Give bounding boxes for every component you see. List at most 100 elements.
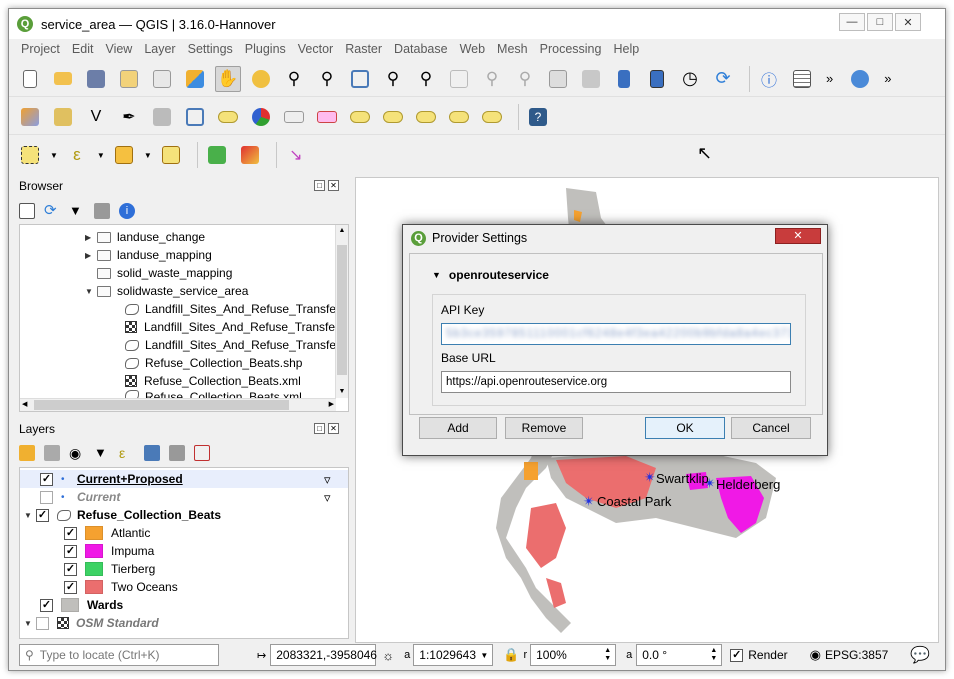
- add-vector-layer-icon[interactable]: [50, 104, 76, 130]
- zoom-next-icon[interactable]: ⚲: [512, 66, 538, 92]
- new-3d-map-view-icon[interactable]: [578, 66, 604, 92]
- move-label-icon[interactable]: [413, 104, 439, 130]
- browser-item[interactable]: Refuse_Collection_Beats.xml: [125, 372, 301, 390]
- filter-indicator-icon[interactable]: ▿: [324, 472, 331, 488]
- browser-item[interactable]: solid_waste_mapping: [85, 264, 232, 282]
- browser-item[interactable]: Refuse_Collection_Beats.shp: [125, 354, 302, 372]
- layer-visibility-checkbox[interactable]: [36, 616, 49, 630]
- layer-diagram-icon[interactable]: [248, 104, 274, 130]
- show-hide-labels-icon[interactable]: [380, 104, 406, 130]
- menu-help[interactable]: Help: [613, 42, 639, 56]
- open-layer-styling-icon[interactable]: [19, 445, 35, 461]
- vertex-tool-icon[interactable]: [182, 104, 208, 130]
- expand-arrow-icon[interactable]: ▶: [85, 233, 97, 242]
- filter-icon[interactable]: ▼: [94, 445, 110, 461]
- unpin-labels-icon[interactable]: [314, 104, 340, 130]
- legend-category-row[interactable]: ✓ Atlantic: [64, 524, 150, 542]
- layer-row[interactable]: ✓ Wards: [40, 596, 123, 614]
- deselect-features-icon[interactable]: [111, 142, 137, 168]
- magnifier-spinbox[interactable]: 100% ▲ ▼: [530, 644, 617, 666]
- select-by-expression-icon[interactable]: ε: [64, 142, 90, 168]
- expand-all-icon[interactable]: [144, 445, 160, 461]
- locator-search-input[interactable]: ⚲ Type to locate (Ctrl+K): [19, 644, 219, 666]
- category-checkbox[interactable]: ✓: [64, 562, 77, 576]
- menu-plugins[interactable]: Plugins: [245, 42, 286, 56]
- collapse-arrow-icon[interactable]: ▼: [432, 270, 441, 280]
- add-button[interactable]: Add: [419, 417, 497, 439]
- filter-icon[interactable]: ▼: [69, 203, 85, 219]
- browser-item[interactable]: Landfill_Sites_And_Refuse_Transfer_: [125, 318, 346, 336]
- scroll-down-icon[interactable]: ▼: [336, 386, 348, 398]
- dropdown-arrow-icon[interactable]: ▼: [144, 151, 152, 160]
- rotate-label-icon[interactable]: [446, 104, 472, 130]
- scrollbar-thumb[interactable]: [337, 245, 347, 375]
- more-tools-icon[interactable]: »: [826, 71, 833, 86]
- close-window-button[interactable]: ✕: [895, 13, 921, 31]
- processing-toolbox-icon[interactable]: [204, 142, 230, 168]
- close-panel-icon[interactable]: ✕: [328, 423, 339, 434]
- save-project-icon[interactable]: [83, 66, 109, 92]
- scroll-up-icon[interactable]: ▲: [336, 225, 348, 237]
- browser-item[interactable]: ▶ landuse_mapping: [85, 246, 212, 264]
- layer-row[interactable]: ▼ ✓ Refuse_Collection_Beats: [24, 506, 221, 524]
- menu-project[interactable]: Project: [21, 42, 60, 56]
- change-label-icon[interactable]: [479, 104, 505, 130]
- dropdown-arrow-icon[interactable]: ▼: [480, 651, 488, 660]
- zoom-full-icon[interactable]: [347, 66, 373, 92]
- scrollbar-thumb[interactable]: [34, 400, 289, 410]
- scale-combobox[interactable]: 1:1029643 ▼: [413, 644, 494, 666]
- coordinate-field[interactable]: 2083321,-3958046: [270, 644, 377, 666]
- add-group-icon[interactable]: [44, 445, 60, 461]
- remove-button[interactable]: Remove: [505, 417, 583, 439]
- menu-vector[interactable]: Vector: [298, 42, 333, 56]
- undock-icon[interactable]: □: [314, 180, 325, 191]
- browser-item[interactable]: Refuse_Collection_Beats.xml: [125, 390, 302, 398]
- spinner-arrows-icon[interactable]: ▲ ▼: [604, 647, 611, 663]
- select-location-icon[interactable]: [158, 142, 184, 168]
- more-tools-icon[interactable]: »: [884, 71, 891, 86]
- pen-tool-icon[interactable]: ✒: [116, 104, 142, 130]
- base-url-input[interactable]: https://api.openrouteservice.org: [441, 371, 791, 393]
- digitize-vertex-icon[interactable]: V: [83, 104, 109, 130]
- add-wms-layer-icon[interactable]: [847, 66, 873, 92]
- zoom-to-selection-icon[interactable]: ⚲: [380, 66, 406, 92]
- menu-view[interactable]: View: [105, 42, 132, 56]
- close-panel-icon[interactable]: ✕: [328, 180, 339, 191]
- new-project-icon[interactable]: [17, 66, 43, 92]
- collapse-arrow-icon[interactable]: ▼: [85, 287, 97, 296]
- layer-row[interactable]: ▼ OSM Standard: [24, 614, 159, 632]
- refresh-icon[interactable]: ⟳: [44, 203, 60, 219]
- highlight-pinned-labels-icon[interactable]: [347, 104, 373, 130]
- maximize-button[interactable]: □: [867, 13, 893, 31]
- filter-expression-icon[interactable]: ε: [119, 445, 135, 461]
- zoom-to-layer-icon[interactable]: ⚲: [413, 66, 439, 92]
- graphical-modeler-icon[interactable]: [237, 142, 263, 168]
- identify-features-icon[interactable]: ⓘ: [756, 66, 782, 92]
- collapse-arrow-icon[interactable]: ▼: [24, 511, 36, 520]
- layer-row[interactable]: ✓ • Current+Proposed: [40, 470, 183, 488]
- menu-database[interactable]: Database: [394, 42, 448, 56]
- menu-web[interactable]: Web: [460, 42, 485, 56]
- digitizing-toolbar-icon[interactable]: [149, 104, 175, 130]
- messages-icon[interactable]: 💬: [910, 645, 930, 665]
- scroll-right-icon[interactable]: ▶: [329, 399, 334, 411]
- new-map-view-icon[interactable]: [545, 66, 571, 92]
- collapse-all-icon[interactable]: [94, 203, 110, 219]
- pan-to-selection-icon[interactable]: [248, 66, 274, 92]
- collapse-all-icon[interactable]: [169, 445, 185, 461]
- category-checkbox[interactable]: ✓: [64, 544, 77, 558]
- api-key-input[interactable]: 5b3ce3597851110001cf6248e4f3ea42200b9bfd…: [441, 323, 791, 345]
- dropdown-arrow-icon[interactable]: ▼: [50, 151, 58, 160]
- lock-scale-icon[interactable]: 🔒: [503, 647, 519, 663]
- style-manager-icon[interactable]: [182, 66, 208, 92]
- zoom-in-icon[interactable]: ⚲: [281, 66, 307, 92]
- layer-visibility-checkbox[interactable]: ✓: [40, 598, 53, 612]
- menu-raster[interactable]: Raster: [345, 42, 382, 56]
- visibility-eye-icon[interactable]: ◉: [69, 445, 85, 461]
- new-print-layout-icon[interactable]: [116, 66, 142, 92]
- menu-processing[interactable]: Processing: [540, 42, 602, 56]
- layout-manager-icon[interactable]: [149, 66, 175, 92]
- show-bookmarks-icon[interactable]: [644, 66, 670, 92]
- legend-category-row[interactable]: ✓ Two Oceans: [64, 578, 178, 596]
- scroll-left-icon[interactable]: ◀: [22, 399, 27, 411]
